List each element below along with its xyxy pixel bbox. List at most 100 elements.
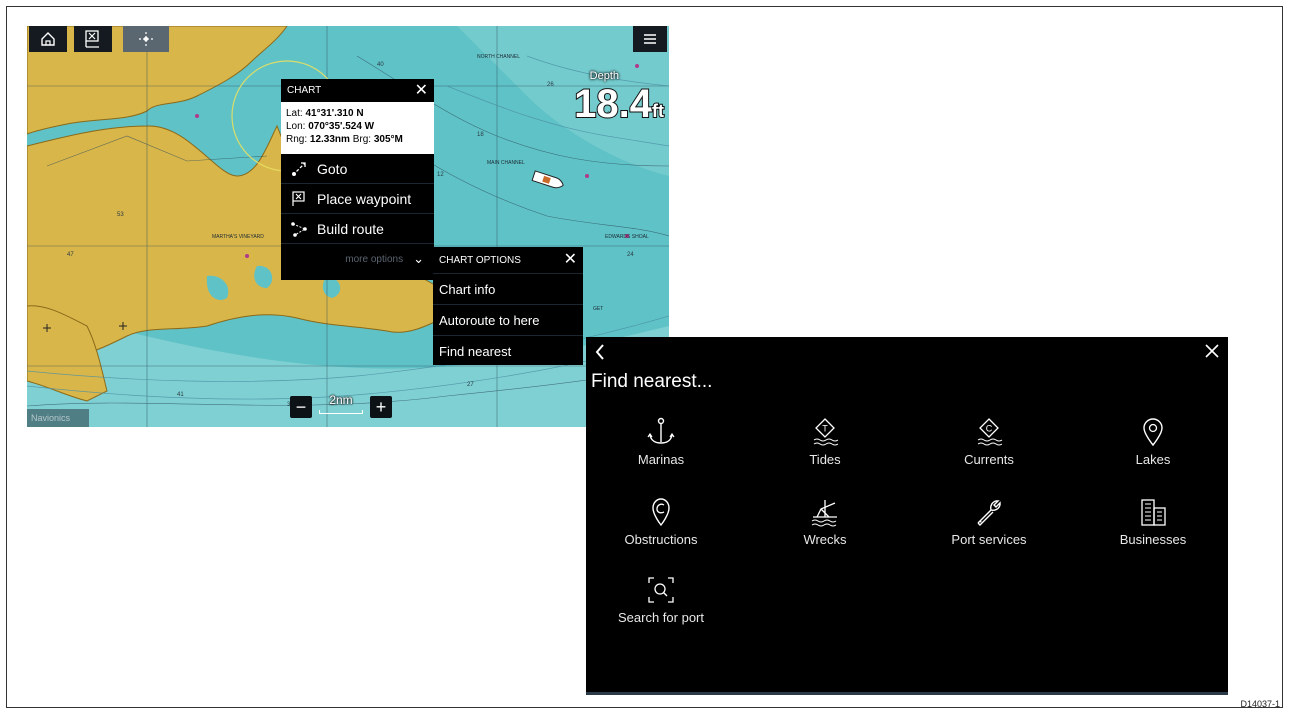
autoroute-item[interactable]: Autoroute to here bbox=[433, 304, 583, 335]
lat-label: Lat: bbox=[286, 108, 306, 119]
context-menu-title: CHART bbox=[287, 85, 322, 96]
chart-options-header: CHART OPTIONS ✕ bbox=[433, 247, 583, 273]
buildings-icon bbox=[1141, 499, 1166, 526]
goto-icon bbox=[289, 161, 309, 177]
rng-label: Rng: bbox=[286, 134, 310, 145]
svg-text:53: 53 bbox=[117, 212, 124, 218]
zoom-controls: − 2nm + bbox=[290, 393, 392, 418]
position-info: Lat: 41°31'.310 N Lon: 070°35'.524 W Rng… bbox=[281, 102, 434, 154]
close-icon[interactable]: ✕ bbox=[564, 252, 577, 268]
more-options-label: more options bbox=[345, 253, 404, 265]
depth-readout: 18.4ft bbox=[573, 82, 665, 126]
depth-label: Depth bbox=[589, 70, 619, 82]
chevron-left-icon bbox=[595, 344, 604, 360]
port-services-tile[interactable]: Port services bbox=[914, 497, 1064, 557]
tides-tile[interactable]: T Tides bbox=[750, 417, 900, 477]
home-icon bbox=[41, 32, 55, 46]
build-route-menu-item[interactable]: Build route bbox=[281, 214, 434, 244]
location-pin-icon bbox=[1143, 418, 1163, 447]
waypoint-icon bbox=[85, 30, 99, 48]
hamburger-menu-icon bbox=[644, 34, 656, 44]
figure-id: D14037-1 bbox=[1240, 699, 1280, 709]
route-icon bbox=[289, 220, 309, 238]
zoom-in-button[interactable]: + bbox=[370, 396, 392, 418]
chart-provider-logo: Navionics bbox=[27, 409, 89, 427]
find-nearest-title: Find nearest... bbox=[591, 371, 713, 392]
bottom-bar bbox=[586, 692, 1228, 695]
chart-info-item[interactable]: Chart info bbox=[433, 273, 583, 304]
more-options-button[interactable]: more options ⌄ bbox=[281, 244, 434, 274]
svg-text:41: 41 bbox=[177, 392, 184, 398]
lakes-label: Lakes bbox=[1135, 452, 1171, 467]
svg-text:C: C bbox=[986, 424, 993, 434]
scale-bar bbox=[319, 410, 363, 414]
lakes-tile[interactable]: Lakes bbox=[1078, 417, 1228, 477]
brg-label: Brg: bbox=[349, 134, 374, 145]
depth-value: 18.4 bbox=[573, 82, 653, 126]
obstructions-tile[interactable]: Obstructions bbox=[586, 497, 736, 557]
svg-text:26: 26 bbox=[547, 82, 554, 88]
menu-button[interactable] bbox=[633, 26, 667, 52]
find-nearest-screen: Find nearest... Marinas T Tides C Curren… bbox=[586, 337, 1228, 695]
home-button[interactable] bbox=[29, 26, 67, 52]
svg-text:27: 27 bbox=[467, 382, 474, 388]
wrench-icon bbox=[977, 500, 1001, 526]
tides-icon: T bbox=[813, 418, 839, 446]
close-icon[interactable]: ✕ bbox=[415, 82, 428, 99]
place-waypoint-menu-item[interactable]: Place waypoint bbox=[281, 184, 434, 214]
businesses-tile[interactable]: Businesses bbox=[1078, 497, 1228, 557]
svg-text:T: T bbox=[822, 424, 828, 434]
svg-text:40: 40 bbox=[377, 62, 384, 68]
goto-icon bbox=[139, 32, 153, 46]
find-nearest-item[interactable]: Find nearest bbox=[433, 335, 583, 366]
lon-value: 070°35'.524 W bbox=[308, 121, 375, 132]
wreck-icon bbox=[811, 500, 837, 527]
chart-screen[interactable]: 401918 262112 353024 413827 5347 NORTH C… bbox=[27, 26, 669, 427]
latitude-row: Lat: 41°31'.310 N bbox=[286, 107, 429, 120]
wrecks-label: Wrecks bbox=[803, 532, 847, 547]
svg-text:24: 24 bbox=[627, 252, 634, 258]
obstruction-icon bbox=[652, 498, 670, 527]
businesses-label: Businesses bbox=[1119, 532, 1187, 547]
scale-label: 2nm bbox=[329, 393, 353, 407]
anchor-icon bbox=[647, 417, 675, 444]
marinas-tile[interactable]: Marinas bbox=[586, 417, 736, 477]
currents-label: Currents bbox=[964, 452, 1014, 467]
port-services-label: Port services bbox=[951, 532, 1027, 547]
map-label-edwards-shoal: EDWARDS SHOAL bbox=[605, 234, 649, 240]
wrecks-tile[interactable]: Wrecks bbox=[750, 497, 900, 557]
currents-tile[interactable]: C Currents bbox=[914, 417, 1064, 477]
longitude-row: Lon: 070°35'.524 W bbox=[286, 120, 429, 133]
context-menu-header: CHART ✕ bbox=[281, 79, 434, 102]
chart-context-menu: CHART ✕ Lat: 41°31'.310 N Lon: 070°35'.5… bbox=[281, 79, 434, 280]
close-button[interactable] bbox=[1204, 343, 1220, 363]
svg-text:47: 47 bbox=[67, 252, 74, 258]
tides-label: Tides bbox=[809, 452, 841, 467]
search-for-port-tile[interactable]: Search for port bbox=[586, 575, 736, 635]
scale-indicator: 2nm bbox=[313, 393, 369, 418]
range-bearing-row: Rng: 12.33nm Brg: 305°M bbox=[286, 133, 429, 146]
zoom-out-button[interactable]: − bbox=[290, 396, 312, 418]
chevron-down-icon: ⌄ bbox=[413, 251, 424, 266]
close-icon bbox=[1205, 344, 1219, 358]
build-route-label: Build route bbox=[317, 220, 384, 237]
currents-icon: C bbox=[977, 418, 1003, 446]
place-waypoint-label: Place waypoint bbox=[317, 190, 412, 207]
waypoint-button[interactable] bbox=[74, 26, 112, 52]
waypoint-icon bbox=[289, 190, 309, 208]
svg-text:12: 12 bbox=[437, 172, 444, 178]
back-button[interactable] bbox=[594, 343, 606, 365]
depth-unit: ft bbox=[651, 101, 665, 121]
goto-menu-item[interactable]: Goto bbox=[281, 154, 434, 184]
lat-value: 41°31'.310 N bbox=[305, 108, 364, 119]
svg-text:18: 18 bbox=[477, 132, 484, 138]
map-label-get: GET bbox=[593, 306, 604, 312]
goto-button[interactable] bbox=[123, 26, 169, 52]
search-for-port-label: Search for port bbox=[618, 610, 704, 625]
rng-value: 12.33nm bbox=[309, 134, 350, 145]
marinas-label: Marinas bbox=[637, 452, 685, 467]
search-port-icon bbox=[648, 577, 674, 603]
lon-label: Lon: bbox=[286, 121, 309, 132]
chart-options-menu: CHART OPTIONS ✕ Chart info Autoroute to … bbox=[433, 247, 583, 365]
goto-label: Goto bbox=[317, 160, 348, 177]
